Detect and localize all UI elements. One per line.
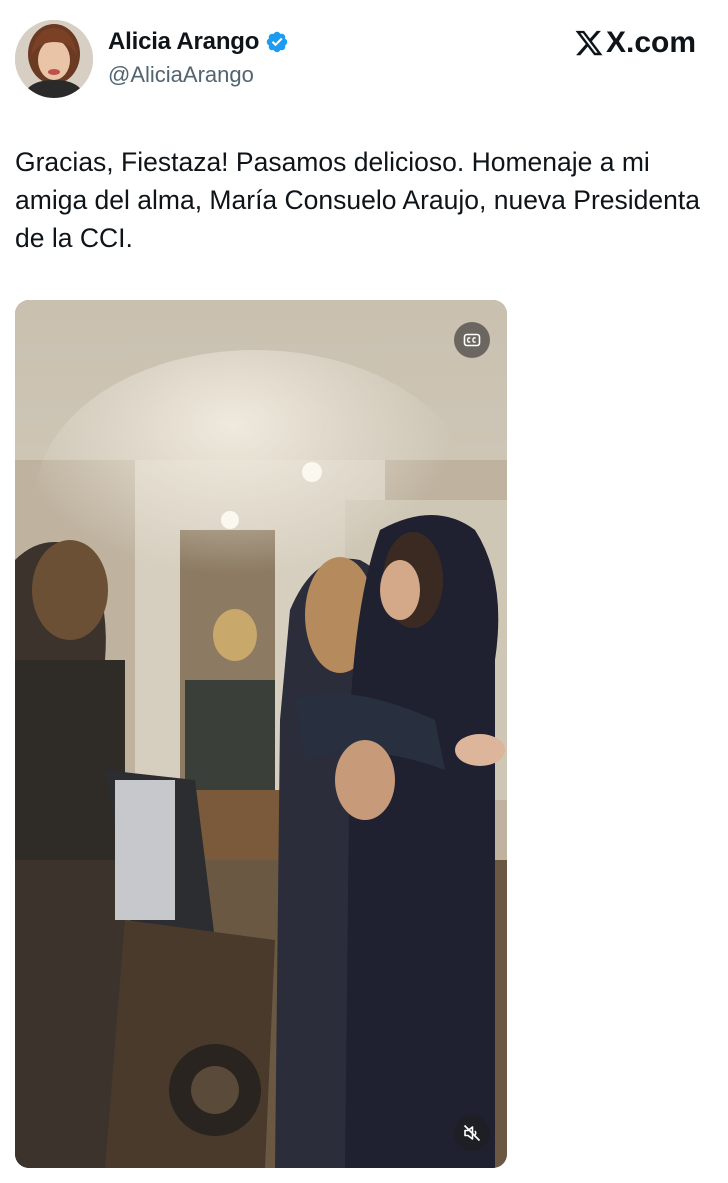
video-frame	[15, 300, 507, 1168]
tweet-text: Gracias, Fiestaza! Pasamos delicioso. Ho…	[15, 147, 700, 253]
author-name-row: Alicia Arango	[108, 28, 289, 56]
muted-speaker-icon	[463, 1124, 481, 1142]
author-handle[interactable]: @AliciaArango	[108, 62, 254, 88]
cc-icon	[463, 333, 481, 347]
verified-badge-icon	[266, 31, 288, 53]
tweet-header: Alicia Arango @AliciaArango X.com	[0, 0, 728, 110]
brand-watermark: X.com	[574, 26, 696, 60]
tweet-video[interactable]	[15, 300, 507, 1168]
x-logo-icon	[575, 30, 603, 56]
captions-button[interactable]	[454, 322, 490, 358]
author-display-name[interactable]: Alicia Arango	[108, 28, 259, 56]
sound-toggle-button[interactable]	[454, 1115, 490, 1151]
brand-text: X.com	[605, 26, 696, 59]
author-avatar[interactable]	[15, 20, 93, 98]
